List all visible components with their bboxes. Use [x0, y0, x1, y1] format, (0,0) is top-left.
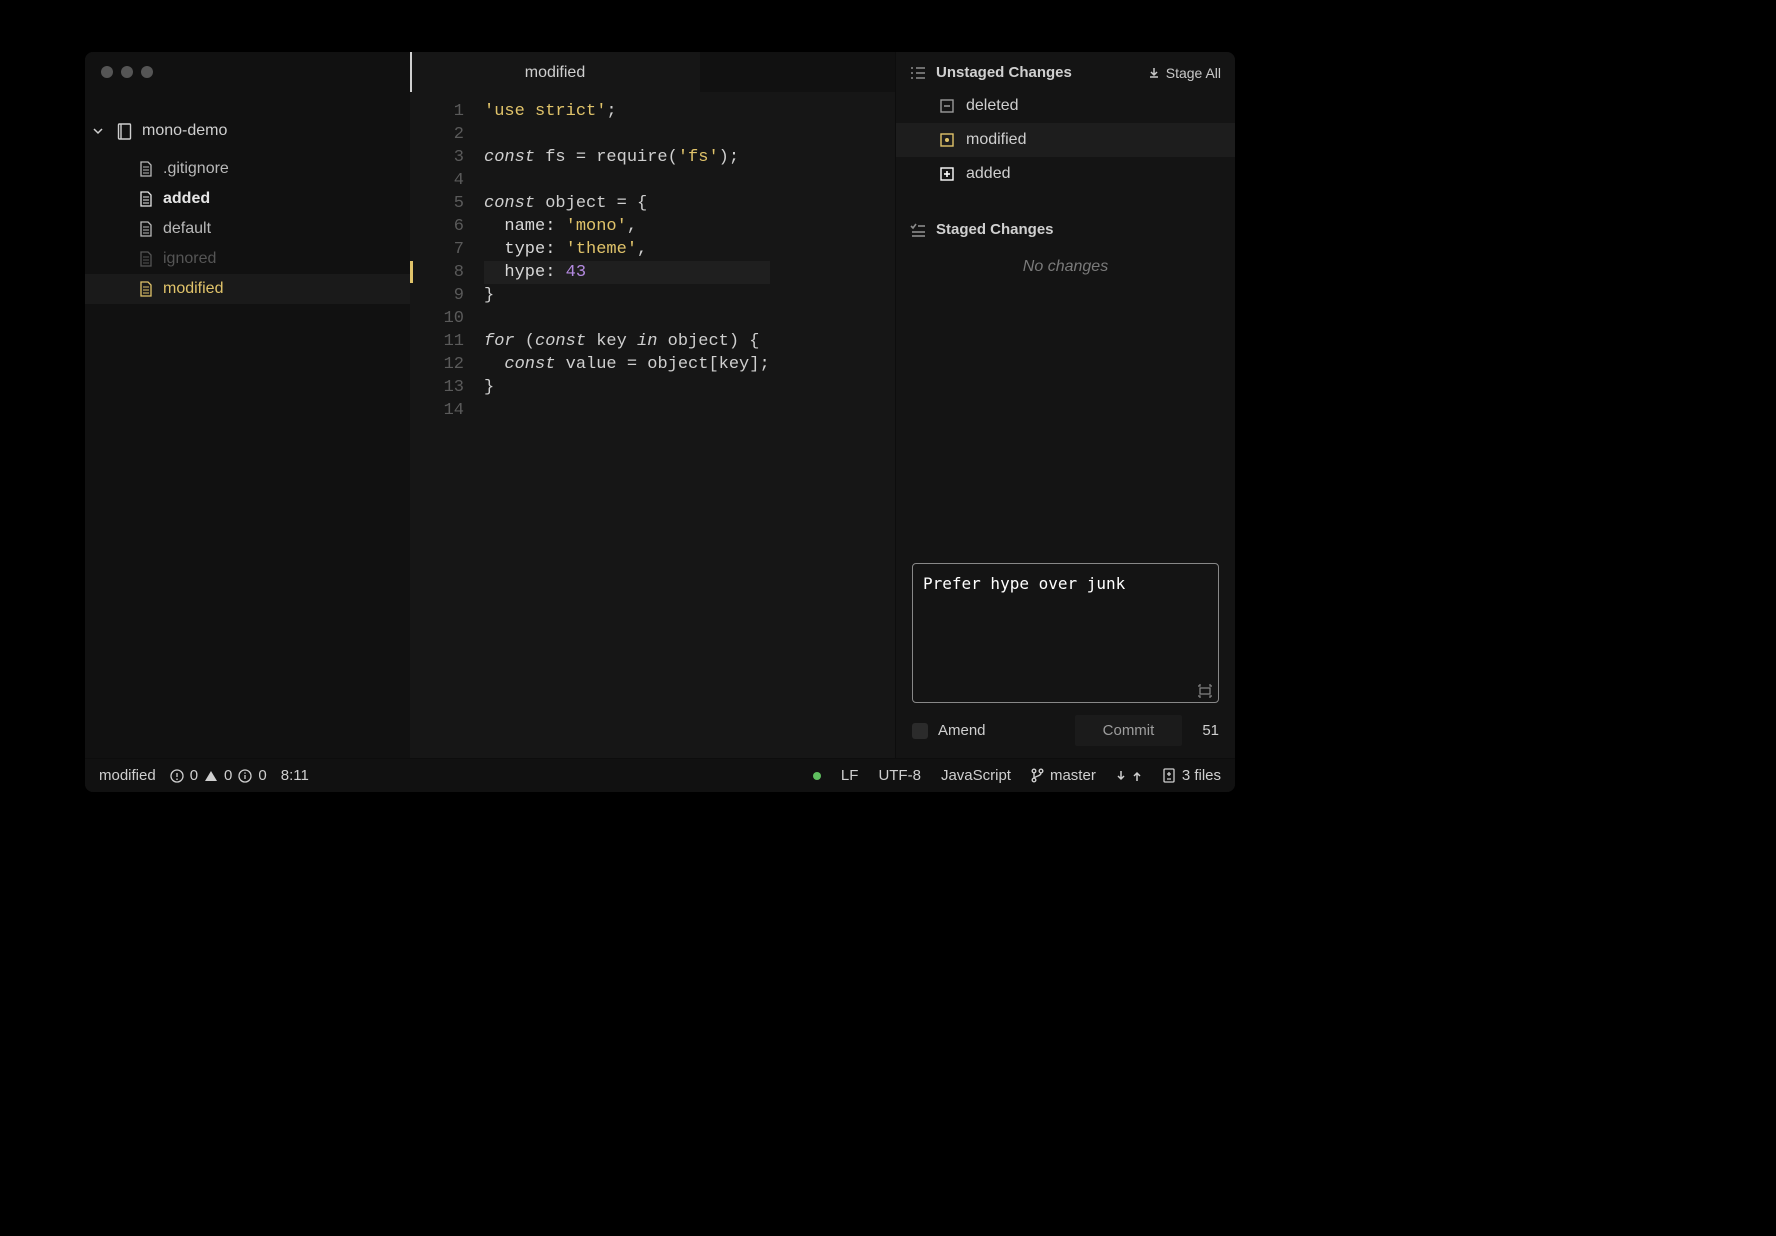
diff-icon [1162, 768, 1176, 783]
tab-bar: modified [410, 52, 895, 92]
status-dot-icon [813, 772, 821, 780]
info-icon [238, 769, 252, 783]
git-panel: Unstaged Changes Stage All deleted modifi… [895, 52, 1235, 758]
close-dot[interactable] [101, 66, 113, 78]
error-icon [170, 769, 184, 783]
status-filename[interactable]: modified [99, 767, 156, 784]
file-item-modified[interactable]: modified [85, 274, 410, 304]
stage-all-button[interactable]: Stage All [1148, 65, 1221, 81]
change-label: modified [966, 131, 1026, 149]
project-root[interactable]: mono-demo [85, 118, 410, 144]
file-list: .gitignore added default ignored modified [85, 154, 410, 304]
staged-title: Staged Changes [936, 221, 1054, 238]
file-icon [139, 191, 153, 207]
tab-label: modified [525, 64, 585, 81]
status-files[interactable]: 3 files [1162, 767, 1221, 784]
message-count: 51 [1202, 722, 1219, 739]
status-eol[interactable]: LF [841, 767, 859, 784]
list-icon [910, 66, 926, 80]
modified-icon [940, 133, 954, 147]
unstaged-list: deleted modified added [896, 89, 1235, 191]
gutter: 1234567891011121314 [410, 92, 474, 758]
amend-checkbox[interactable] [912, 723, 928, 739]
file-icon [139, 161, 153, 177]
amend-label: Amend [938, 722, 986, 739]
unstaged-title: Unstaged Changes [936, 64, 1072, 81]
branch-icon [1031, 768, 1044, 783]
status-bar: modified 0 0 0 8:11 LF UTF-8 JavaScript … [85, 758, 1235, 792]
chevron-down-icon [93, 126, 107, 136]
commit-button[interactable]: Commit [1075, 715, 1183, 746]
resize-icon[interactable] [1198, 684, 1212, 698]
commit-message-box[interactable] [912, 563, 1219, 703]
staged-empty: No changes [896, 246, 1235, 296]
zoom-dot[interactable] [141, 66, 153, 78]
file-label: ignored [163, 250, 216, 268]
change-item-modified[interactable]: modified [896, 123, 1235, 157]
unstaged-header[interactable]: Unstaged Changes Stage All [896, 52, 1235, 89]
editor: modified 1234567891011121314 'use strict… [410, 52, 895, 758]
commit-message-input[interactable] [923, 574, 1208, 692]
project-name: mono-demo [142, 122, 227, 140]
code-area[interactable]: 1234567891011121314 'use strict';const f… [410, 92, 895, 758]
change-label: added [966, 165, 1011, 183]
file-item-default[interactable]: default [85, 214, 410, 244]
status-fetch[interactable] [1116, 770, 1142, 782]
deleted-icon [940, 99, 954, 113]
sidebar: mono-demo .gitignore added default ignored m… [85, 52, 410, 758]
repo-icon [117, 123, 132, 140]
file-label: default [163, 220, 211, 238]
status-branch[interactable]: master [1031, 767, 1096, 784]
change-item-added[interactable]: added [896, 157, 1235, 191]
file-icon [139, 221, 153, 237]
status-grammar[interactable]: JavaScript [941, 767, 1011, 784]
code[interactable]: 'use strict';const fs = require('fs');co… [474, 92, 770, 758]
file-item-added[interactable]: added [85, 184, 410, 214]
status-diagnostics[interactable]: 0 0 0 [170, 767, 267, 784]
change-label: deleted [966, 97, 1019, 115]
checklist-icon [910, 223, 926, 237]
file-label: modified [163, 280, 223, 298]
change-item-deleted[interactable]: deleted [896, 89, 1235, 123]
stage-all-label: Stage All [1166, 65, 1221, 81]
added-icon [940, 167, 954, 181]
tab-modified[interactable]: modified [410, 52, 700, 92]
minimize-dot[interactable] [121, 66, 133, 78]
file-label: .gitignore [163, 160, 229, 178]
file-icon [139, 251, 153, 267]
file-icon [139, 281, 153, 297]
staged-header[interactable]: Staged Changes [896, 209, 1235, 246]
file-item-gitignore[interactable]: .gitignore [85, 154, 410, 184]
file-label: added [163, 190, 210, 208]
status-encoding[interactable]: UTF-8 [878, 767, 921, 784]
up-arrow-icon [1132, 770, 1142, 782]
window-controls [85, 52, 410, 98]
down-arrow-icon [1116, 770, 1126, 782]
status-cursor[interactable]: 8:11 [281, 767, 309, 784]
warning-icon [204, 769, 218, 783]
file-item-ignored[interactable]: ignored [85, 244, 410, 274]
commit-button-label: Commit [1103, 722, 1155, 739]
download-icon [1148, 67, 1160, 79]
